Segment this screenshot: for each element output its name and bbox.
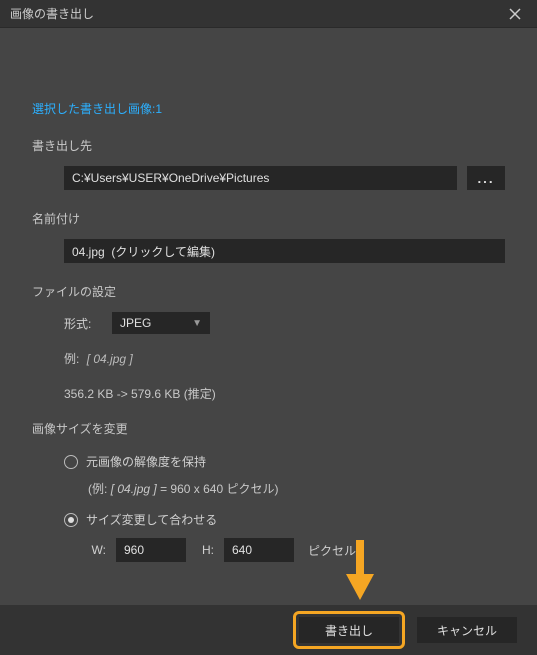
- format-row: 形式: JPEG ▼: [32, 312, 505, 334]
- resize-label: 画像サイズを変更: [32, 420, 505, 437]
- format-example-value: [ 04.jpg ]: [87, 352, 133, 366]
- dialog-content: 選択した書き出し画像:1 書き出し先 ... 名前付け ファイルの設定 形式: …: [0, 28, 537, 562]
- cancel-button[interactable]: キャンセル: [417, 617, 517, 643]
- radio-keep-original[interactable]: 元画像の解像度を保持: [32, 453, 505, 470]
- footer: 書き出し キャンセル: [0, 605, 537, 655]
- size-estimate: 356.2 KB -> 579.6 KB (推定): [32, 385, 505, 402]
- keep-example-value: [ 04.jpg ]: [111, 482, 157, 496]
- unit-label: ピクセル: [308, 542, 356, 559]
- format-example-row: 例: [ 04.jpg ]: [32, 350, 505, 367]
- file-settings-box: 形式: JPEG ▼ 例: [ 04.jpg ] 356.2 KB -> 579…: [32, 312, 505, 402]
- chevron-down-icon: ▼: [192, 318, 202, 329]
- export-button[interactable]: 書き出し: [299, 617, 399, 643]
- radio-keep-original-label: 元画像の解像度を保持: [86, 453, 206, 470]
- browse-button[interactable]: ...: [467, 166, 505, 190]
- format-example-label: 例:: [64, 352, 79, 366]
- format-label: 形式:: [64, 315, 100, 332]
- close-icon: [509, 8, 521, 20]
- titlebar: 画像の書き出し: [0, 0, 537, 28]
- dimensions-row: W: H: ピクセル: [32, 538, 505, 562]
- export-button-highlight: 書き出し: [293, 611, 405, 649]
- height-label: H:: [196, 543, 214, 557]
- radio-fit-resize[interactable]: サイズ変更して合わせる: [32, 511, 505, 528]
- close-button[interactable]: [501, 2, 529, 26]
- selected-images-count: 1: [155, 102, 162, 116]
- height-field[interactable]: [224, 538, 294, 562]
- format-value: JPEG: [120, 316, 151, 330]
- window-title: 画像の書き出し: [10, 5, 94, 22]
- format-dropdown[interactable]: JPEG ▼: [112, 312, 210, 334]
- keep-example-suffix: = 960 x 640 ピクセル): [160, 482, 278, 496]
- keep-example-prefix: (例:: [88, 482, 107, 496]
- destination-path-field[interactable]: [64, 166, 457, 190]
- keep-original-example: (例: [ 04.jpg ] = 960 x 640 ピクセル): [32, 480, 505, 497]
- destination-label: 書き出し先: [32, 137, 505, 154]
- width-field[interactable]: [116, 538, 186, 562]
- radio-icon-fit: [64, 513, 78, 527]
- destination-row: ...: [32, 166, 505, 190]
- selected-images-header: 選択した書き出し画像:1: [32, 100, 505, 117]
- width-label: W:: [88, 543, 106, 557]
- naming-row: [32, 239, 505, 263]
- naming-label: 名前付け: [32, 210, 505, 227]
- selected-images-label: 選択した書き出し画像:: [32, 102, 155, 116]
- naming-field[interactable]: [64, 239, 505, 263]
- radio-icon-keep: [64, 455, 78, 469]
- radio-fit-label: サイズ変更して合わせる: [86, 511, 217, 528]
- file-settings-label: ファイルの設定: [32, 283, 505, 300]
